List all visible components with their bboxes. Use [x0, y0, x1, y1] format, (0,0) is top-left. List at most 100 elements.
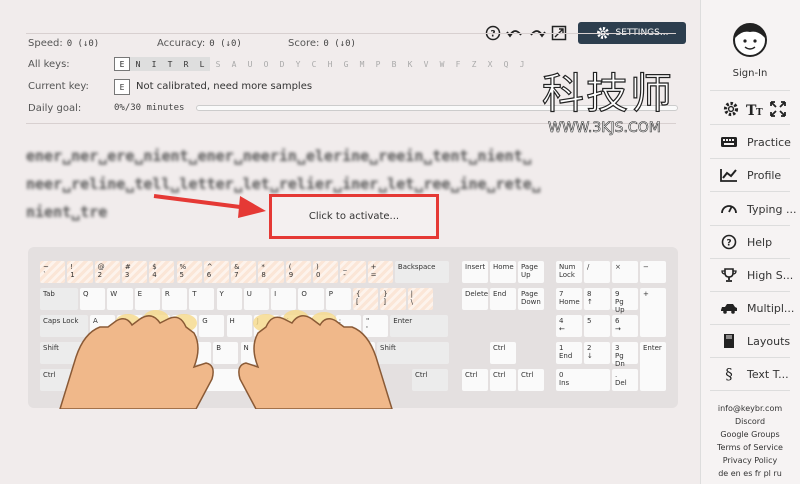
keyboard-key: ( 9	[285, 261, 311, 283]
key-chip: Q	[503, 59, 509, 69]
key-chip: R	[178, 57, 194, 71]
sidebar-item-label: Typing ...	[747, 202, 797, 216]
sidebar-item-label: Text T...	[747, 367, 789, 381]
trophy-icon	[720, 267, 738, 283]
sidebar-item-multipl[interactable]: Multipl...	[720, 300, 794, 316]
accuracy-value: 0 (↓0)	[209, 39, 242, 49]
score-stat: Score: 0 (↓0)	[288, 38, 356, 49]
watermark: 科技师 WWW.3KJS.COM	[538, 60, 698, 140]
key-chip: F	[455, 59, 461, 69]
daily-goal-value: 0%/30 minutes	[114, 103, 185, 113]
google-groups-link[interactable]: Google Groups	[700, 428, 800, 441]
sidebar-item-typing[interactable]: Typing ...	[720, 201, 797, 217]
key-chip: K	[407, 59, 413, 69]
sign-in-link[interactable]: Sign-In	[700, 68, 800, 79]
key-chip: I	[146, 57, 162, 71]
avatar-icon[interactable]	[732, 20, 768, 58]
numpad-key: 4 ←	[556, 315, 582, 337]
sidebar-item-label: Practice	[747, 135, 791, 149]
accuracy-stat: Accuracy: 0 (↓0)	[157, 38, 242, 49]
divider	[710, 390, 790, 391]
discord-link[interactable]: Discord	[700, 415, 800, 428]
gauge-icon	[720, 201, 738, 217]
svg-text:T: T	[756, 108, 763, 117]
numpad-key: 6 →	[612, 315, 638, 337]
numpad-key: . Del	[612, 369, 638, 391]
keyboard-key: ^ 6	[203, 261, 230, 283]
divider	[710, 225, 790, 226]
key-chip: V	[423, 59, 429, 69]
sidebar-item-help[interactable]: ? Help	[720, 234, 772, 250]
numpad-key: +	[640, 288, 666, 337]
sidebar-item-label: Multipl...	[747, 301, 795, 315]
keyboard-key: * 8	[258, 261, 284, 283]
sidebar-item-label: High S...	[747, 268, 794, 282]
keyboard-key: _ -	[340, 261, 366, 283]
svg-text:?: ?	[726, 239, 731, 249]
main-area: ? SETTINGS... Speed: 0 (↓0) Accuracy: 0 (↓…	[0, 0, 700, 484]
numlock-key: Num Lock	[556, 261, 582, 283]
keyboard-key: ! 1	[67, 261, 93, 283]
nav-key: Page Up	[518, 261, 544, 283]
book-icon	[720, 333, 738, 349]
sidebar-item-text-t[interactable]: § Text T...	[720, 366, 789, 382]
text-size-icon[interactable]: TT	[746, 101, 764, 117]
sidebar-item-layouts[interactable]: Layouts	[720, 333, 790, 349]
sidebar-item-high-s[interactable]: High S...	[720, 267, 793, 283]
activate-label: Click to activate...	[308, 211, 400, 222]
virtual-keyboard: ~ `! 1 @ 2 # 3 $ 4% 5 ^ 6 & 7 * 8( 9) 0 _ - + = B…	[28, 247, 678, 409]
keyboard-key: + =	[367, 261, 393, 283]
email-link[interactable]: info@keybr.com	[700, 402, 800, 415]
arrow-left-key: Ctrl	[462, 369, 488, 391]
nav-key: End	[490, 288, 516, 310]
arrow-right-key: Ctrl	[518, 369, 544, 391]
click-to-activate-box[interactable]: Click to activate...	[269, 194, 439, 239]
numpad-key: 2 ↓	[584, 342, 610, 364]
divider	[710, 291, 790, 292]
keyboard-icon	[720, 134, 738, 150]
keyboard-key: ~ `	[40, 261, 66, 283]
arrow-up-key: Ctrl	[490, 342, 516, 364]
sidebar-footer: info@keybr.com Discord Google Groups Ter…	[700, 402, 800, 480]
key-chip: N	[130, 57, 146, 71]
numpad-key: 0 Ins	[556, 369, 610, 391]
numpad-key: 8 ↑	[584, 288, 610, 310]
keyboard-key: $ 4	[149, 261, 175, 283]
privacy-link[interactable]: Privacy Policy	[700, 454, 800, 467]
divider	[710, 357, 790, 358]
key-chip: X	[487, 59, 493, 69]
divider	[710, 324, 790, 325]
key-chip: A	[231, 59, 237, 69]
divider	[26, 33, 676, 34]
key-chip: E	[114, 57, 130, 71]
language-links[interactable]: de en es fr pl ru	[700, 467, 800, 480]
speed-stat: Speed: 0 (↓0)	[28, 38, 100, 49]
score-value: 0 (↓0)	[323, 39, 356, 49]
lesson-line: ener␣ner␣ere␣nient␣ener␣neerin␣elerine␣r…	[26, 147, 532, 165]
svg-text:§: §	[725, 366, 733, 382]
numpad-key: ×	[612, 261, 638, 283]
sidebar-item-label: Profile	[747, 168, 782, 182]
arrow-down-key: Ctrl	[490, 369, 516, 391]
keyboard-key: & 7	[231, 261, 257, 283]
numpad-key: −	[640, 261, 666, 283]
divider	[710, 191, 790, 192]
red-arrow-annotation	[153, 194, 266, 218]
numpad-key: /	[584, 261, 610, 283]
current-key-label: Current key:	[28, 81, 89, 92]
hands-illustration	[59, 310, 393, 409]
sidebar-item-label: Layouts	[747, 334, 791, 348]
key-chip: J	[519, 59, 525, 69]
key-chip: G	[343, 59, 349, 69]
sidebar-item-practice[interactable]: Practice	[720, 134, 791, 150]
divider	[710, 258, 790, 259]
current-key-badge: E	[114, 79, 130, 95]
all-keys-label: All keys:	[28, 59, 70, 70]
terms-link[interactable]: Terms of Service	[700, 441, 800, 454]
gear-icon[interactable]	[722, 100, 740, 118]
expand-icon[interactable]	[770, 101, 786, 117]
divider	[710, 90, 790, 91]
section-icon: §	[720, 366, 738, 382]
sidebar-item-profile[interactable]: Profile	[720, 167, 781, 183]
key-chip: B	[391, 59, 397, 69]
